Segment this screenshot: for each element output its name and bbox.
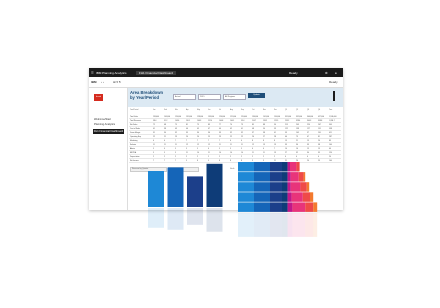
- bar-reflection: [148, 208, 164, 228]
- stacked-segment: [305, 202, 314, 212]
- stacked-segment: [270, 182, 282, 192]
- stacked-segment: [238, 162, 254, 172]
- stacked-segment: [238, 202, 254, 212]
- stacked-segment: [270, 172, 282, 182]
- stacked-reflection: [287, 212, 293, 237]
- stacked-reflection: [282, 212, 288, 237]
- stacked-segment: [238, 172, 254, 182]
- stacked-reflection: [238, 212, 254, 237]
- stacked-segment: [292, 202, 306, 212]
- stacked-segment: [282, 192, 288, 202]
- bar-reflection: [167, 208, 184, 230]
- stacked-reflection: [313, 212, 318, 237]
- bar-mark: [206, 163, 223, 207]
- stacked-segment: [282, 172, 288, 182]
- stacked-segment: [254, 202, 270, 212]
- stacked-segment: [270, 162, 282, 172]
- stacked-segment: [254, 172, 270, 182]
- stacked-segment: [287, 202, 293, 212]
- stacked-segment: [254, 192, 270, 202]
- stacked-segment: [270, 202, 282, 212]
- stacked-segment: [287, 162, 290, 172]
- stacked-segment: [313, 202, 318, 212]
- stacked-segment: [298, 172, 304, 182]
- stacked-segment: [287, 172, 291, 182]
- stacked-segment: [302, 192, 310, 202]
- stacked-segment: [290, 172, 299, 182]
- stacked-reflection: [270, 212, 282, 237]
- stacked-segment: [290, 162, 297, 172]
- stacked-segment: [238, 192, 254, 202]
- stacked-segment: [270, 192, 282, 202]
- stacked-segment: [287, 192, 292, 202]
- bar-mark: [148, 171, 164, 207]
- stacked-segment: [282, 202, 288, 212]
- stacked-segment: [303, 172, 306, 182]
- bar-reflection: [187, 208, 203, 225]
- stacked-segment: [254, 162, 270, 172]
- stacked-segment: [287, 182, 291, 192]
- stacked-segment: [282, 182, 288, 192]
- stacked-reflection: [305, 212, 314, 237]
- stacked-segment: [238, 182, 254, 192]
- stacked-segment: [296, 162, 300, 172]
- stacked-segment: [306, 182, 310, 192]
- bar-reflection: [206, 208, 223, 232]
- stacked-segment: [300, 182, 307, 192]
- stacked-segment: [282, 162, 288, 172]
- stacked-reflection: [254, 212, 270, 237]
- bar-mark: [167, 167, 184, 207]
- stacked-segment: [290, 182, 301, 192]
- foreground-charts: [148, 162, 318, 237]
- stacked-segment: [291, 192, 303, 202]
- stacked-segment: [254, 182, 270, 192]
- stacked-segment: [310, 192, 314, 202]
- stacked-reflection: [292, 212, 306, 237]
- bar-mark: [187, 176, 203, 207]
